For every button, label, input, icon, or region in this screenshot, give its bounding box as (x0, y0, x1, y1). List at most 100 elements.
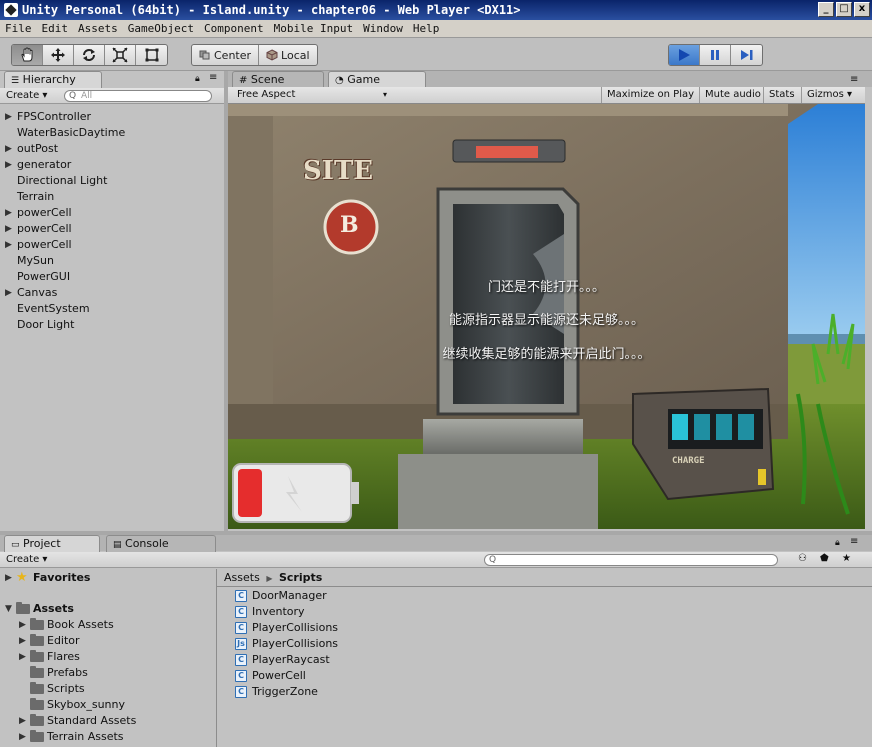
hierarchy-item-label: generator (17, 158, 72, 171)
hierarchy-item[interactable]: PowerGUI (0, 269, 222, 285)
script-file-list: C DoorManager C Inventory C PlayerCollisions J… (234, 588, 338, 700)
folder-item[interactable]: ▶ Terrain Assets (0, 729, 216, 745)
script-file-label: PowerCell (252, 669, 306, 682)
hierarchy-item[interactable]: ▶ generator (0, 157, 222, 173)
folder-icon (30, 618, 44, 630)
hierarchy-item[interactable]: Door Light (0, 317, 222, 333)
menu-file[interactable]: File (0, 20, 37, 37)
game-panel-menu-icon[interactable]: ≡ (850, 74, 858, 85)
script-file-item[interactable]: C Inventory (234, 604, 338, 620)
project-create-button[interactable]: Create ▾ (6, 553, 47, 567)
hierarchy-item[interactable]: MySun (0, 253, 222, 269)
expand-arrow-icon[interactable]: ▶ (19, 713, 26, 729)
breadcrumb-assets[interactable]: Assets (224, 571, 260, 584)
expand-arrow-icon[interactable]: ▶ (19, 633, 26, 649)
script-file-item[interactable]: C DoorManager (234, 588, 338, 604)
maximize-button[interactable]: □ (836, 2, 852, 17)
hierarchy-item[interactable]: Terrain (0, 189, 222, 205)
hand-icon[interactable] (12, 45, 43, 65)
rect-tool-icon[interactable] (136, 45, 167, 65)
folder-item[interactable]: ▶ Editor (0, 633, 216, 649)
project-lock-icon[interactable]: 🔒︎ (835, 538, 840, 548)
script-file-item[interactable]: C PlayerCollisions (234, 620, 338, 636)
pivot-local-button[interactable]: Local (259, 45, 317, 65)
expand-arrow-icon[interactable]: ▶ (5, 237, 12, 253)
folder-item[interactable]: Scripts (0, 681, 216, 697)
tab-project[interactable]: ▭ Project (4, 535, 100, 552)
script-file-item[interactable]: C TriggerZone (234, 684, 338, 700)
hierarchy-search-input[interactable]: All (64, 90, 212, 102)
pivot-center-button[interactable]: Center (192, 45, 260, 65)
expand-arrow-icon[interactable]: ▶ (5, 205, 12, 221)
project-panel-menu-icon[interactable]: ≡ (850, 536, 858, 547)
hierarchy-item[interactable]: ▶ FPSController (0, 109, 222, 125)
pause-icon[interactable] (700, 45, 731, 65)
view-tabs-bar (228, 71, 872, 87)
folder-item[interactable]: Prefabs (0, 665, 216, 681)
folder-item[interactable]: ▶ Book Assets (0, 617, 216, 633)
hierarchy-item[interactable]: ▶ Canvas (0, 285, 222, 301)
expand-arrow-icon[interactable]: ▶ (5, 285, 12, 301)
tab-console[interactable]: ▤ Console (106, 535, 216, 552)
menu-component[interactable]: Component (199, 20, 269, 37)
aspect-dropdown[interactable]: Free Aspect (232, 87, 392, 103)
hierarchy-item[interactable]: WaterBasicDaytime (0, 125, 222, 141)
minimize-button[interactable]: _ (818, 2, 834, 17)
expand-arrow-icon[interactable]: ▼ (5, 601, 12, 617)
gizmos-dropdown[interactable]: Gizmos ▾ (801, 87, 857, 103)
expand-arrow-icon[interactable]: ▶ (19, 617, 26, 633)
expand-arrow-icon[interactable]: ▶ (19, 729, 26, 745)
stats-toggle[interactable]: Stats (763, 87, 800, 103)
breadcrumb-scripts[interactable]: Scripts (279, 571, 322, 584)
expand-arrow-icon[interactable]: ▶ (5, 221, 12, 237)
scale-icon[interactable] (105, 45, 136, 65)
menu-help[interactable]: Help (408, 20, 445, 37)
expand-arrow-icon[interactable]: ▶ (19, 649, 26, 665)
folder-item[interactable]: ▶ Standard Assets (0, 713, 216, 729)
folder-item[interactable]: Skybox_sunny (0, 697, 216, 713)
expand-arrow-icon[interactable]: ▶ (5, 141, 12, 157)
menu-gameobject[interactable]: GameObject (123, 20, 199, 37)
project-panel-divider[interactable] (216, 569, 217, 747)
hierarchy-item[interactable]: Directional Light (0, 173, 222, 189)
script-file-item[interactable]: C PlayerRaycast (234, 652, 338, 668)
hierarchy-item-label: FPSController (17, 110, 92, 123)
menu-window[interactable]: Window (358, 20, 408, 37)
menu-assets[interactable]: Assets (73, 20, 123, 37)
game-viewport[interactable]: SITE B CHARGE 门还是不能打开。。。 能源指示器显示能源还未足够。。… (228, 104, 865, 529)
play-icon[interactable] (669, 45, 700, 65)
move-icon[interactable] (43, 45, 74, 65)
hierarchy-item[interactable]: EventSystem (0, 301, 222, 317)
step-icon[interactable] (731, 45, 762, 65)
hierarchy-item[interactable]: ▶ powerCell (0, 205, 222, 221)
assets-item[interactable]: ▼ Assets (0, 601, 216, 617)
panel-menu-icon[interactable]: ≡ (209, 72, 217, 83)
maximize-on-play-toggle[interactable]: Maximize on Play (601, 87, 699, 103)
close-button[interactable]: x (854, 2, 870, 17)
script-file-item[interactable]: C PowerCell (234, 668, 338, 684)
lock-icon[interactable]: 🔒︎ (195, 74, 200, 84)
menu-edit[interactable]: Edit (37, 20, 74, 37)
hierarchy-subbar: Create ▾ All (0, 88, 224, 104)
expand-arrow-icon[interactable]: ▶ (5, 570, 12, 586)
project-search-input[interactable] (484, 554, 778, 566)
expand-arrow-icon[interactable]: ▶ (5, 109, 12, 125)
folder-icon (30, 714, 44, 726)
tab-scene[interactable]: # Scene (232, 71, 324, 88)
favorites-item[interactable]: ▶ ★ Favorites (0, 570, 216, 586)
expand-arrow-icon[interactable]: ▶ (5, 157, 12, 173)
hierarchy-item[interactable]: ▶ powerCell (0, 237, 222, 253)
rotate-icon[interactable] (74, 45, 105, 65)
folder-item[interactable]: ▶ Flares (0, 649, 216, 665)
hierarchy-item[interactable]: ▶ powerCell (0, 221, 222, 237)
tab-game[interactable]: ◔ Game (328, 71, 426, 88)
tab-hierarchy[interactable]: ☰ Hierarchy (4, 71, 102, 88)
favorites-star-icon[interactable]: ★ (842, 553, 851, 564)
filter-by-type-icon[interactable]: ⚇ (798, 553, 807, 564)
hierarchy-item[interactable]: ▶ outPost (0, 141, 222, 157)
hierarchy-create-button[interactable]: Create ▾ (6, 89, 47, 103)
filter-by-label-icon[interactable]: ⬟ (820, 553, 829, 564)
mute-audio-toggle[interactable]: Mute audio (699, 87, 766, 103)
menu-mobile-input[interactable]: Mobile Input (269, 20, 358, 37)
script-file-item[interactable]: Js PlayerCollisions (234, 636, 338, 652)
